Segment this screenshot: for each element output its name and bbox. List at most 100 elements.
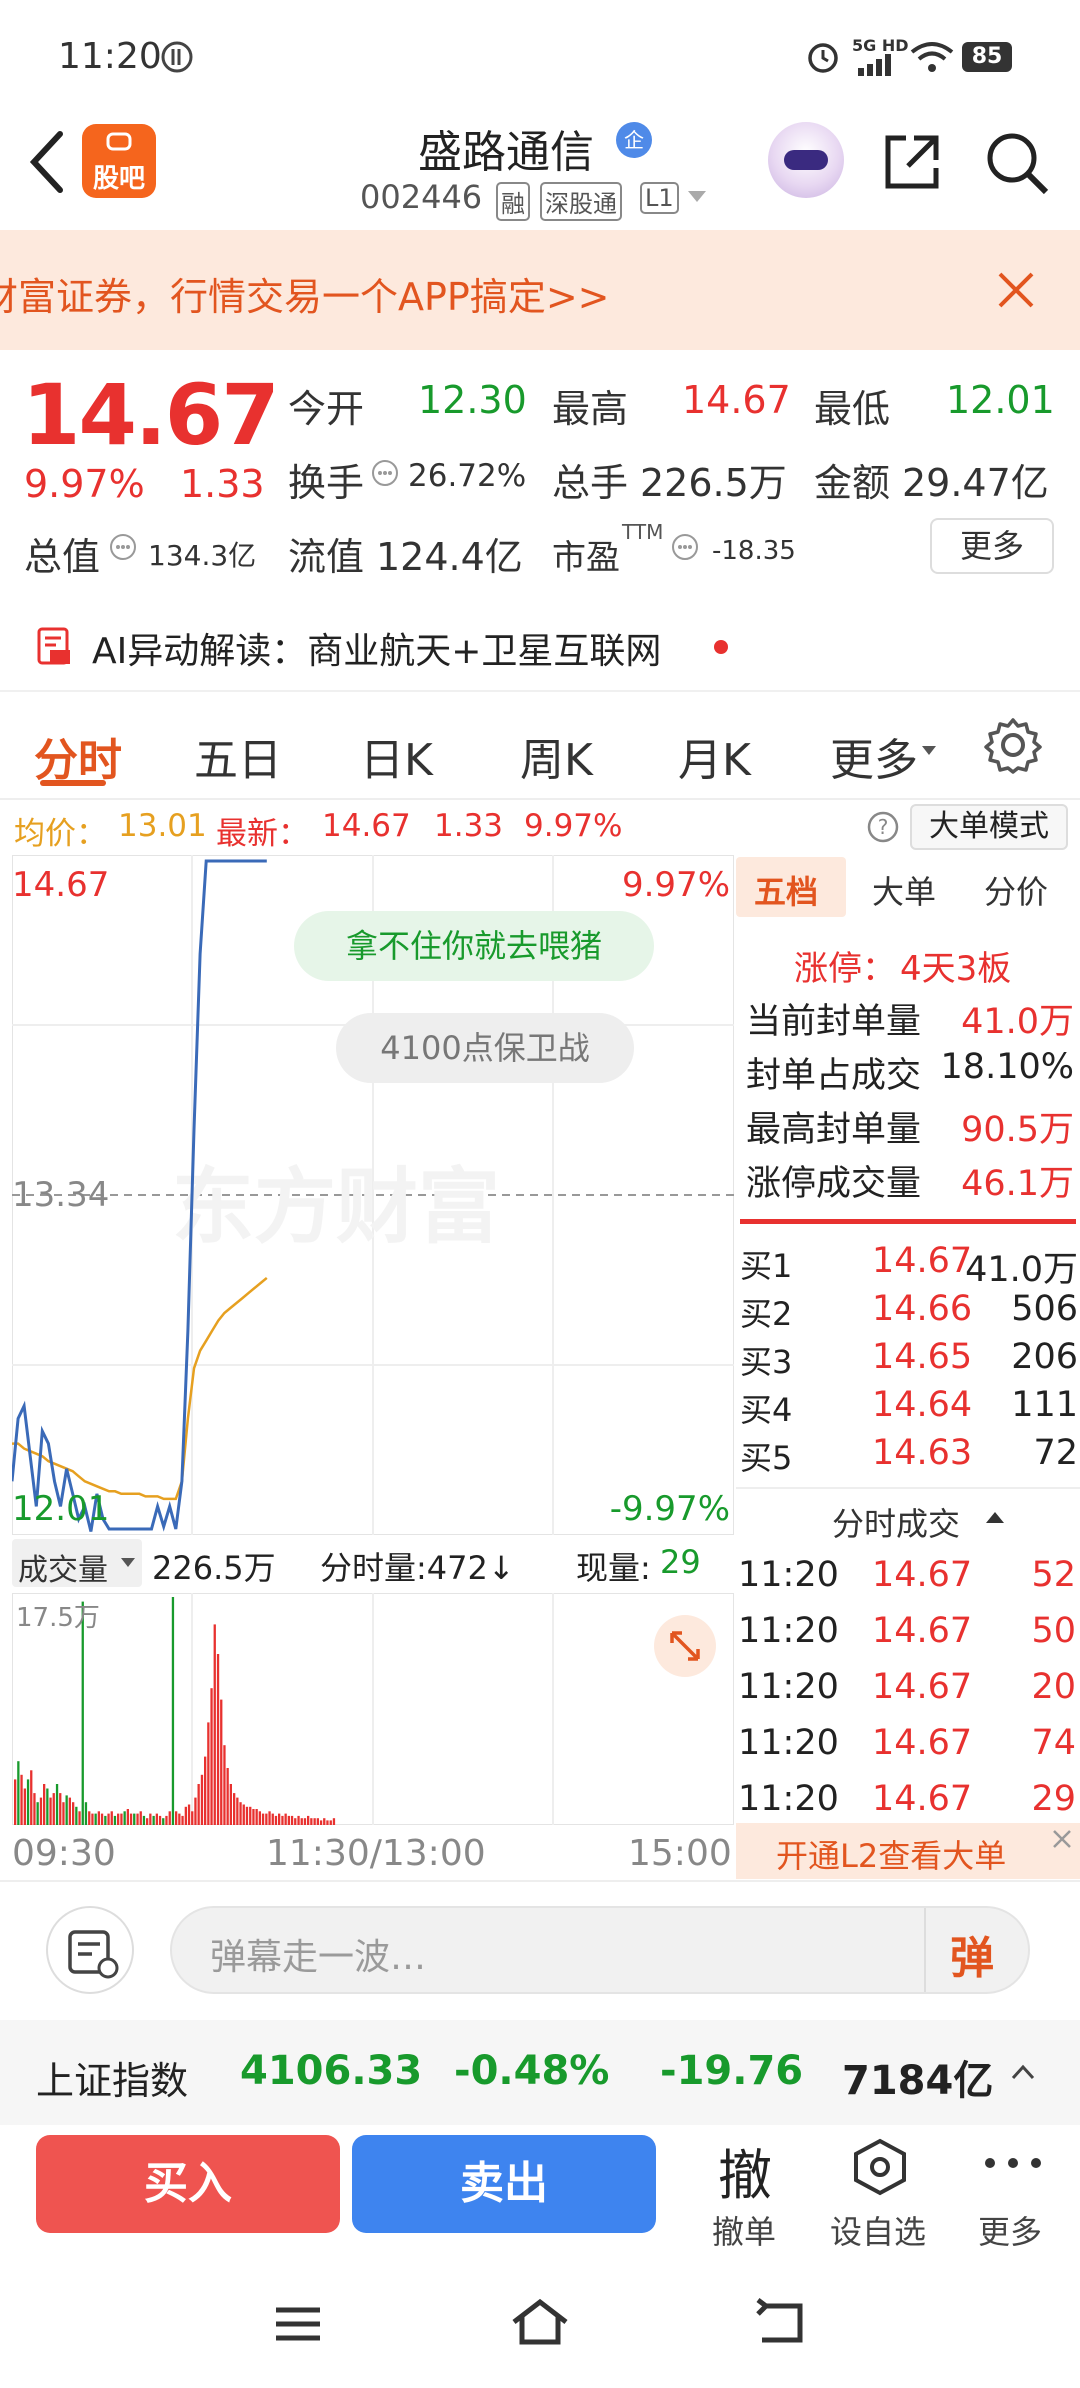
comment-bar: 弹幕走一波… 弹 — [0, 1880, 1080, 2020]
more-button[interactable]: 更多 — [930, 518, 1054, 574]
tab-five-day[interactable]: 五日 — [194, 724, 282, 788]
stat-value: 18.10% — [940, 1047, 1074, 1087]
latest-change-pct: 9.97% — [524, 808, 623, 844]
volume-bar — [226, 1768, 229, 1825]
tab-more[interactable]: 更多 — [830, 724, 918, 788]
close-icon[interactable] — [1048, 1825, 1076, 1853]
y-mid-label: 13.34 — [12, 1175, 110, 1215]
intraday-chart[interactable]: 东方财富 14.67 13.34 12.01 9.97% -9.97% 拿不住你… — [12, 855, 734, 1535]
info-icon[interactable] — [108, 532, 138, 562]
turnover-value: 26.72% — [408, 458, 527, 494]
danmu-input[interactable]: 弹幕走一波… 弹 — [170, 1906, 1030, 1994]
volume-bar — [149, 1813, 152, 1825]
volume-bar — [113, 1815, 117, 1825]
volume-bar — [84, 1802, 88, 1825]
promo-banner[interactable]: 财富证券，行情交易一个APP搞定>> — [0, 230, 1080, 350]
chevron-up-icon[interactable] — [1010, 2062, 1036, 2082]
current-price: 14.67 — [22, 366, 280, 464]
share-icon[interactable] — [880, 130, 944, 194]
data-saver-icon — [161, 41, 193, 73]
sell-button[interactable]: 卖出 — [352, 2135, 656, 2233]
info-icon[interactable] — [670, 532, 700, 562]
volume-bar — [310, 1818, 313, 1825]
big-order-mode-button[interactable]: 大单模式 — [910, 804, 1068, 850]
close-icon[interactable] — [996, 270, 1036, 310]
volume-bar — [294, 1818, 297, 1825]
volume-label: 总手 — [552, 461, 629, 505]
latest-label: 最新： — [216, 816, 309, 852]
mktcap-label: 总值 — [24, 535, 101, 579]
tab-five-level[interactable]: 五档 — [736, 857, 846, 917]
tab-daily-k[interactable]: 日K — [360, 724, 433, 788]
tab-weekly-k[interactable]: 周K — [520, 724, 593, 788]
buy-button[interactable]: 买入 — [36, 2135, 340, 2233]
tab-price-dist[interactable]: 分价 — [984, 867, 1048, 913]
limit-up-value: 4天3板 — [900, 949, 1012, 989]
volume-max-tick: 17.5万 — [16, 1603, 100, 1633]
settings-icon[interactable] — [984, 716, 1042, 774]
quote-panel: 14.67 9.97% 1.33 今开 12.30 最高 14.67 最低 12… — [0, 350, 1080, 690]
danmu-settings-button[interactable] — [46, 1906, 134, 1994]
tab-big-order[interactable]: 大单 — [872, 867, 936, 913]
index-amount: 7184亿 — [842, 2058, 994, 2104]
volume-bar — [216, 1654, 220, 1825]
trade-price: 14.67 — [872, 1667, 973, 1707]
high-value: 14.67 — [682, 378, 791, 422]
expand-button[interactable] — [654, 1615, 716, 1677]
trade-time: 11:20 — [738, 1779, 839, 1819]
trade-qty: 29 — [1031, 1779, 1076, 1819]
volume-bar — [187, 1804, 191, 1825]
bid-qty: 111 — [1011, 1385, 1078, 1425]
market-index-bar[interactable]: 上证指数 4106.33 -0.48% -19.76 7184亿 — [0, 2020, 1080, 2125]
l2-upgrade-banner[interactable]: 开通L2查看大单 — [736, 1823, 1080, 1879]
cancel-order-button[interactable]: 撤 撤单 — [696, 2131, 806, 2251]
stock-name: 盛路通信 — [418, 127, 594, 178]
bid-row[interactable]: 买2 14.66 506 — [736, 1289, 1080, 1337]
tab-monthly-k[interactable]: 月K — [678, 724, 751, 788]
tab-intraday[interactable]: 分时 — [34, 724, 122, 788]
robot-avatar[interactable] — [768, 122, 844, 198]
volume-bar — [303, 1818, 307, 1825]
danmu-toggle-icon[interactable]: 弹 — [950, 1922, 994, 1986]
back-icon[interactable] — [26, 130, 66, 194]
search-icon[interactable] — [984, 130, 1050, 196]
stat-row: 当前封单量 41.0万 — [736, 993, 1080, 1042]
volume-bar — [258, 1811, 261, 1825]
add-watchlist-button[interactable]: 设自选 — [820, 2131, 940, 2251]
volume-bar — [220, 1699, 223, 1825]
bid-row[interactable]: 买1 14.67 41.0万 — [736, 1241, 1080, 1290]
stat-label: 涨停成交量 — [746, 1164, 922, 1204]
more-actions-button[interactable]: 更多 — [960, 2131, 1070, 2251]
volume-bar — [39, 1797, 43, 1825]
info-icon[interactable] — [370, 458, 400, 488]
back-nav-icon[interactable] — [752, 2298, 808, 2348]
amount-label: 金额 — [814, 461, 891, 505]
bid-price: 14.63 — [872, 1433, 973, 1473]
ai-insight-bar[interactable]: AI异动解读：商业航天+卫星互联网 — [0, 600, 1080, 690]
volume-bar — [323, 1818, 326, 1825]
stat-value: 46.1万 — [961, 1164, 1074, 1204]
trades-title[interactable]: 分时成交 — [832, 1499, 960, 1545]
menu-icon[interactable] — [274, 2304, 322, 2344]
volume-bar — [123, 1811, 126, 1825]
help-icon[interactable]: ? — [866, 810, 900, 844]
bid-row[interactable]: 买3 14.65 206 — [736, 1337, 1080, 1385]
volume-selector[interactable]: 成交量 — [12, 1539, 142, 1588]
volume-bar — [152, 1815, 155, 1825]
volume-value: 226.5万 — [640, 461, 787, 505]
volume-bar — [107, 1813, 110, 1825]
caret-up-icon — [986, 1512, 1004, 1523]
minute-volume: 分时量:472↓ — [320, 1549, 515, 1587]
promo-text: 财富证券，行情交易一个APP搞定>> — [0, 275, 610, 319]
bid-row[interactable]: 买4 14.64 111 — [736, 1385, 1080, 1433]
bid-qty: 206 — [1011, 1337, 1078, 1377]
guba-logo[interactable]: 股吧 — [82, 124, 156, 198]
volume-bar — [184, 1806, 187, 1825]
volume-bar — [290, 1815, 294, 1825]
volume-bar — [249, 1806, 252, 1825]
cell-signal-icon — [858, 54, 891, 76]
dropdown-icon[interactable] — [686, 188, 708, 206]
bid-row[interactable]: 买5 14.63 72 — [736, 1433, 1080, 1481]
home-icon[interactable] — [508, 2296, 572, 2348]
pe-sup: TTM — [622, 520, 664, 544]
